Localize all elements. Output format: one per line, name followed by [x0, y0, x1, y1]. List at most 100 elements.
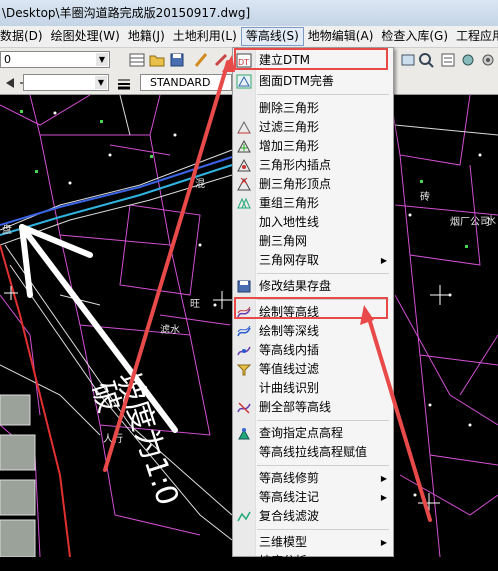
menu-item-label: 等高线内插	[259, 343, 320, 357]
layer-combo[interactable]: 0 ▼	[0, 51, 110, 68]
chevron-down-icon[interactable]: ▼	[95, 76, 107, 89]
highlight-build-dtm	[234, 48, 388, 70]
menu-data[interactable]: 数据(D)	[0, 27, 47, 46]
menu-landuse[interactable]: 土地利用(L)	[169, 27, 241, 46]
save-result-icon	[237, 280, 251, 293]
filter-triangle-icon	[237, 120, 251, 134]
menu-item-isoline-filter[interactable]: 等值线过滤	[233, 360, 393, 379]
drawing-label: 水	[486, 216, 496, 227]
window-title-bar: \Desktop\羊圈沟道路完成版20150917.dwg]	[0, 0, 498, 26]
menu-item-label: 删除三角形	[259, 101, 320, 115]
menu-item-draw-isobath[interactable]: 绘制等深线	[233, 322, 393, 341]
menu-item-label: 删全部等高线	[259, 400, 332, 414]
menu-contour[interactable]: 等高线(S)	[240, 27, 304, 46]
drawing-label: 旺	[190, 299, 200, 310]
menu-item-index-contour[interactable]: 计曲线识别	[233, 379, 393, 398]
menu-item-delete-all-contours[interactable]: 删全部等高线	[233, 398, 393, 417]
brush-icon[interactable]	[213, 52, 229, 68]
menu-item-label: 坡度分析	[259, 554, 308, 568]
menu-separator	[257, 94, 389, 95]
triangle-interpolate-icon	[237, 158, 251, 172]
menu-item-filter-triangle[interactable]: 过滤三角形	[233, 118, 393, 137]
menu-item-add-triangle[interactable]: 增加三角形	[233, 137, 393, 156]
save-icon[interactable]	[169, 52, 185, 68]
menu-item-label: 三角网存取	[259, 253, 320, 267]
menu-cadastre[interactable]: 地籍(J)	[124, 27, 169, 46]
menu-item-label: 过滤三角形	[259, 120, 320, 134]
menu-item-label: 等值线过滤	[259, 362, 320, 376]
menu-item-query-elevation[interactable]: 查询指定点高程	[233, 424, 393, 443]
menu-item-save-result[interactable]: 修改结果存盘	[233, 277, 393, 296]
menu-item-contour-annotation[interactable]: 等高线注记 ▶	[233, 488, 393, 507]
drawing-label: 烟厂公司	[450, 217, 490, 228]
folder-icon[interactable]	[149, 52, 165, 68]
textstyle-combo-value: STANDARD	[150, 76, 211, 89]
menu-item-label: 等高线修剪	[259, 471, 320, 485]
menu-item-delete-vertex[interactable]: 删三角形顶点	[233, 175, 393, 194]
settings-icon[interactable]	[480, 52, 496, 68]
menu-item-tin-storage[interactable]: 三角网存取 ▶	[233, 251, 393, 270]
drawing-label: 混	[195, 179, 205, 190]
submenu-arrow-icon: ▶	[380, 474, 387, 483]
tool-icon[interactable]	[460, 52, 476, 68]
drawing-label: 滤水	[160, 325, 180, 336]
chevron-down-icon[interactable]: ▼	[96, 53, 108, 66]
menu-item-label: 三维模型	[259, 535, 308, 549]
menu-item-polyline-filter[interactable]: 复合线滤波	[233, 507, 393, 526]
highlight-draw-contour	[234, 297, 388, 319]
zoom-icon[interactable]	[418, 52, 434, 68]
menu-item-triangle-interpolate[interactable]: 三角形内插点	[233, 156, 393, 175]
menu-item-dtm-refine[interactable]: 图面DTM完善	[233, 72, 393, 91]
menu-check[interactable]: 检查入库(G)	[377, 27, 452, 46]
menu-item-label: 查询指定点高程	[259, 426, 344, 440]
pencil-icon[interactable]	[193, 52, 209, 68]
regroup-triangle-icon	[237, 197, 251, 209]
menu-separator	[257, 465, 389, 466]
contour-interpolate-icon	[237, 346, 251, 356]
submenu-arrow-icon: ▶	[380, 557, 387, 566]
menu-draw[interactable]: 绘图处理(W)	[47, 27, 124, 46]
delete-contours-icon	[237, 402, 251, 414]
submenu-arrow-icon: ▶	[380, 538, 387, 547]
menu-engineering[interactable]: 工程应用(C)	[452, 27, 498, 46]
query-elevation-icon	[238, 428, 250, 440]
polyline-filter-icon	[237, 511, 251, 522]
grid-icon[interactable]	[129, 52, 145, 68]
menu-item-delete-triangle[interactable]: 删除三角形	[233, 99, 393, 118]
menu-item-3d-model[interactable]: 三维模型 ▶	[233, 533, 393, 552]
menu-item-label: 删三角形顶点	[259, 177, 332, 191]
menu-item-add-terrain-line[interactable]: 加入地性线	[233, 213, 393, 232]
menu-item-slope-analysis[interactable]: 坡度分析 ▶	[233, 552, 393, 571]
arrow-left-icon[interactable]	[2, 75, 18, 91]
lineweight-icon[interactable]	[116, 75, 132, 91]
menu-item-label: 复合线滤波	[259, 509, 320, 523]
textstyle-combo[interactable]: STANDARD	[140, 74, 232, 91]
layer-combo-value: 0	[4, 53, 11, 66]
menu-separator	[257, 273, 389, 274]
menu-item-contour-trim[interactable]: 等高线修剪 ▶	[233, 469, 393, 488]
menu-feature-edit[interactable]: 地物编辑(A)	[304, 27, 378, 46]
menu-item-label: 等高线拉线高程赋值	[259, 445, 368, 459]
menu-separator	[257, 420, 389, 421]
dtm-refine-icon	[236, 74, 252, 89]
layers-icon[interactable]	[400, 52, 416, 68]
menu-item-delete-tin[interactable]: 删三角网	[233, 232, 393, 251]
window-title: \Desktop\羊圈沟道路完成版20150917.dwg]	[2, 6, 251, 20]
menu-item-regroup-triangle[interactable]: 重组三角形	[233, 194, 393, 213]
drawing-label: 盘	[2, 225, 12, 236]
submenu-arrow-icon: ▶	[380, 493, 387, 502]
drawing-label: 人行	[103, 434, 123, 445]
properties-icon[interactable]	[440, 52, 456, 68]
menu-item-contour-interpolate[interactable]: 等高线内插	[233, 341, 393, 360]
menu-item-contour-elevation-assign[interactable]: 等高线拉线高程赋值	[233, 443, 393, 462]
menu-item-label: 三角形内插点	[259, 158, 332, 172]
delete-vertex-icon	[237, 177, 251, 191]
add-triangle-icon	[237, 139, 251, 153]
draw-isobath-icon	[237, 325, 251, 337]
menu-item-label: 增加三角形	[259, 139, 320, 153]
menu-item-label: 等高线注记	[259, 490, 320, 504]
menu-item-label: 重组三角形	[259, 196, 320, 210]
submenu-arrow-icon: ▶	[380, 256, 387, 265]
linetype-combo[interactable]: ▼	[23, 74, 109, 91]
isoline-filter-icon	[236, 364, 252, 376]
